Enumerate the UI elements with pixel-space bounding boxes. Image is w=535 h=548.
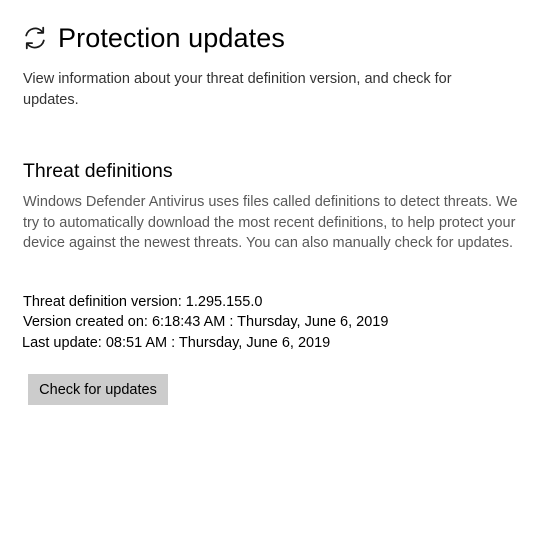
threat-definitions-heading: Threat definitions xyxy=(23,160,173,182)
threat-definitions-description: Windows Defender Antivirus uses files ca… xyxy=(23,194,518,251)
protection-updates-page: Protection updates View information abou… xyxy=(0,0,535,548)
refresh-icon xyxy=(21,24,49,52)
page-header: Protection updates xyxy=(21,20,285,56)
intro-text: View information about your threat defin… xyxy=(23,71,452,108)
version-created-date: Version created on: 6:18:43 AM : Thursda… xyxy=(23,314,389,331)
page-title: Protection updates xyxy=(58,23,285,53)
check-for-updates-button[interactable]: Check for updates xyxy=(28,374,168,405)
definition-version: Threat definition version: 1.295.155.0 xyxy=(23,294,263,310)
last-update-date: Last update: 08:51 AM : Thursday, June 6… xyxy=(22,334,331,351)
definition-info: Threat definition version: 1.295.155.0 V… xyxy=(22,292,389,353)
